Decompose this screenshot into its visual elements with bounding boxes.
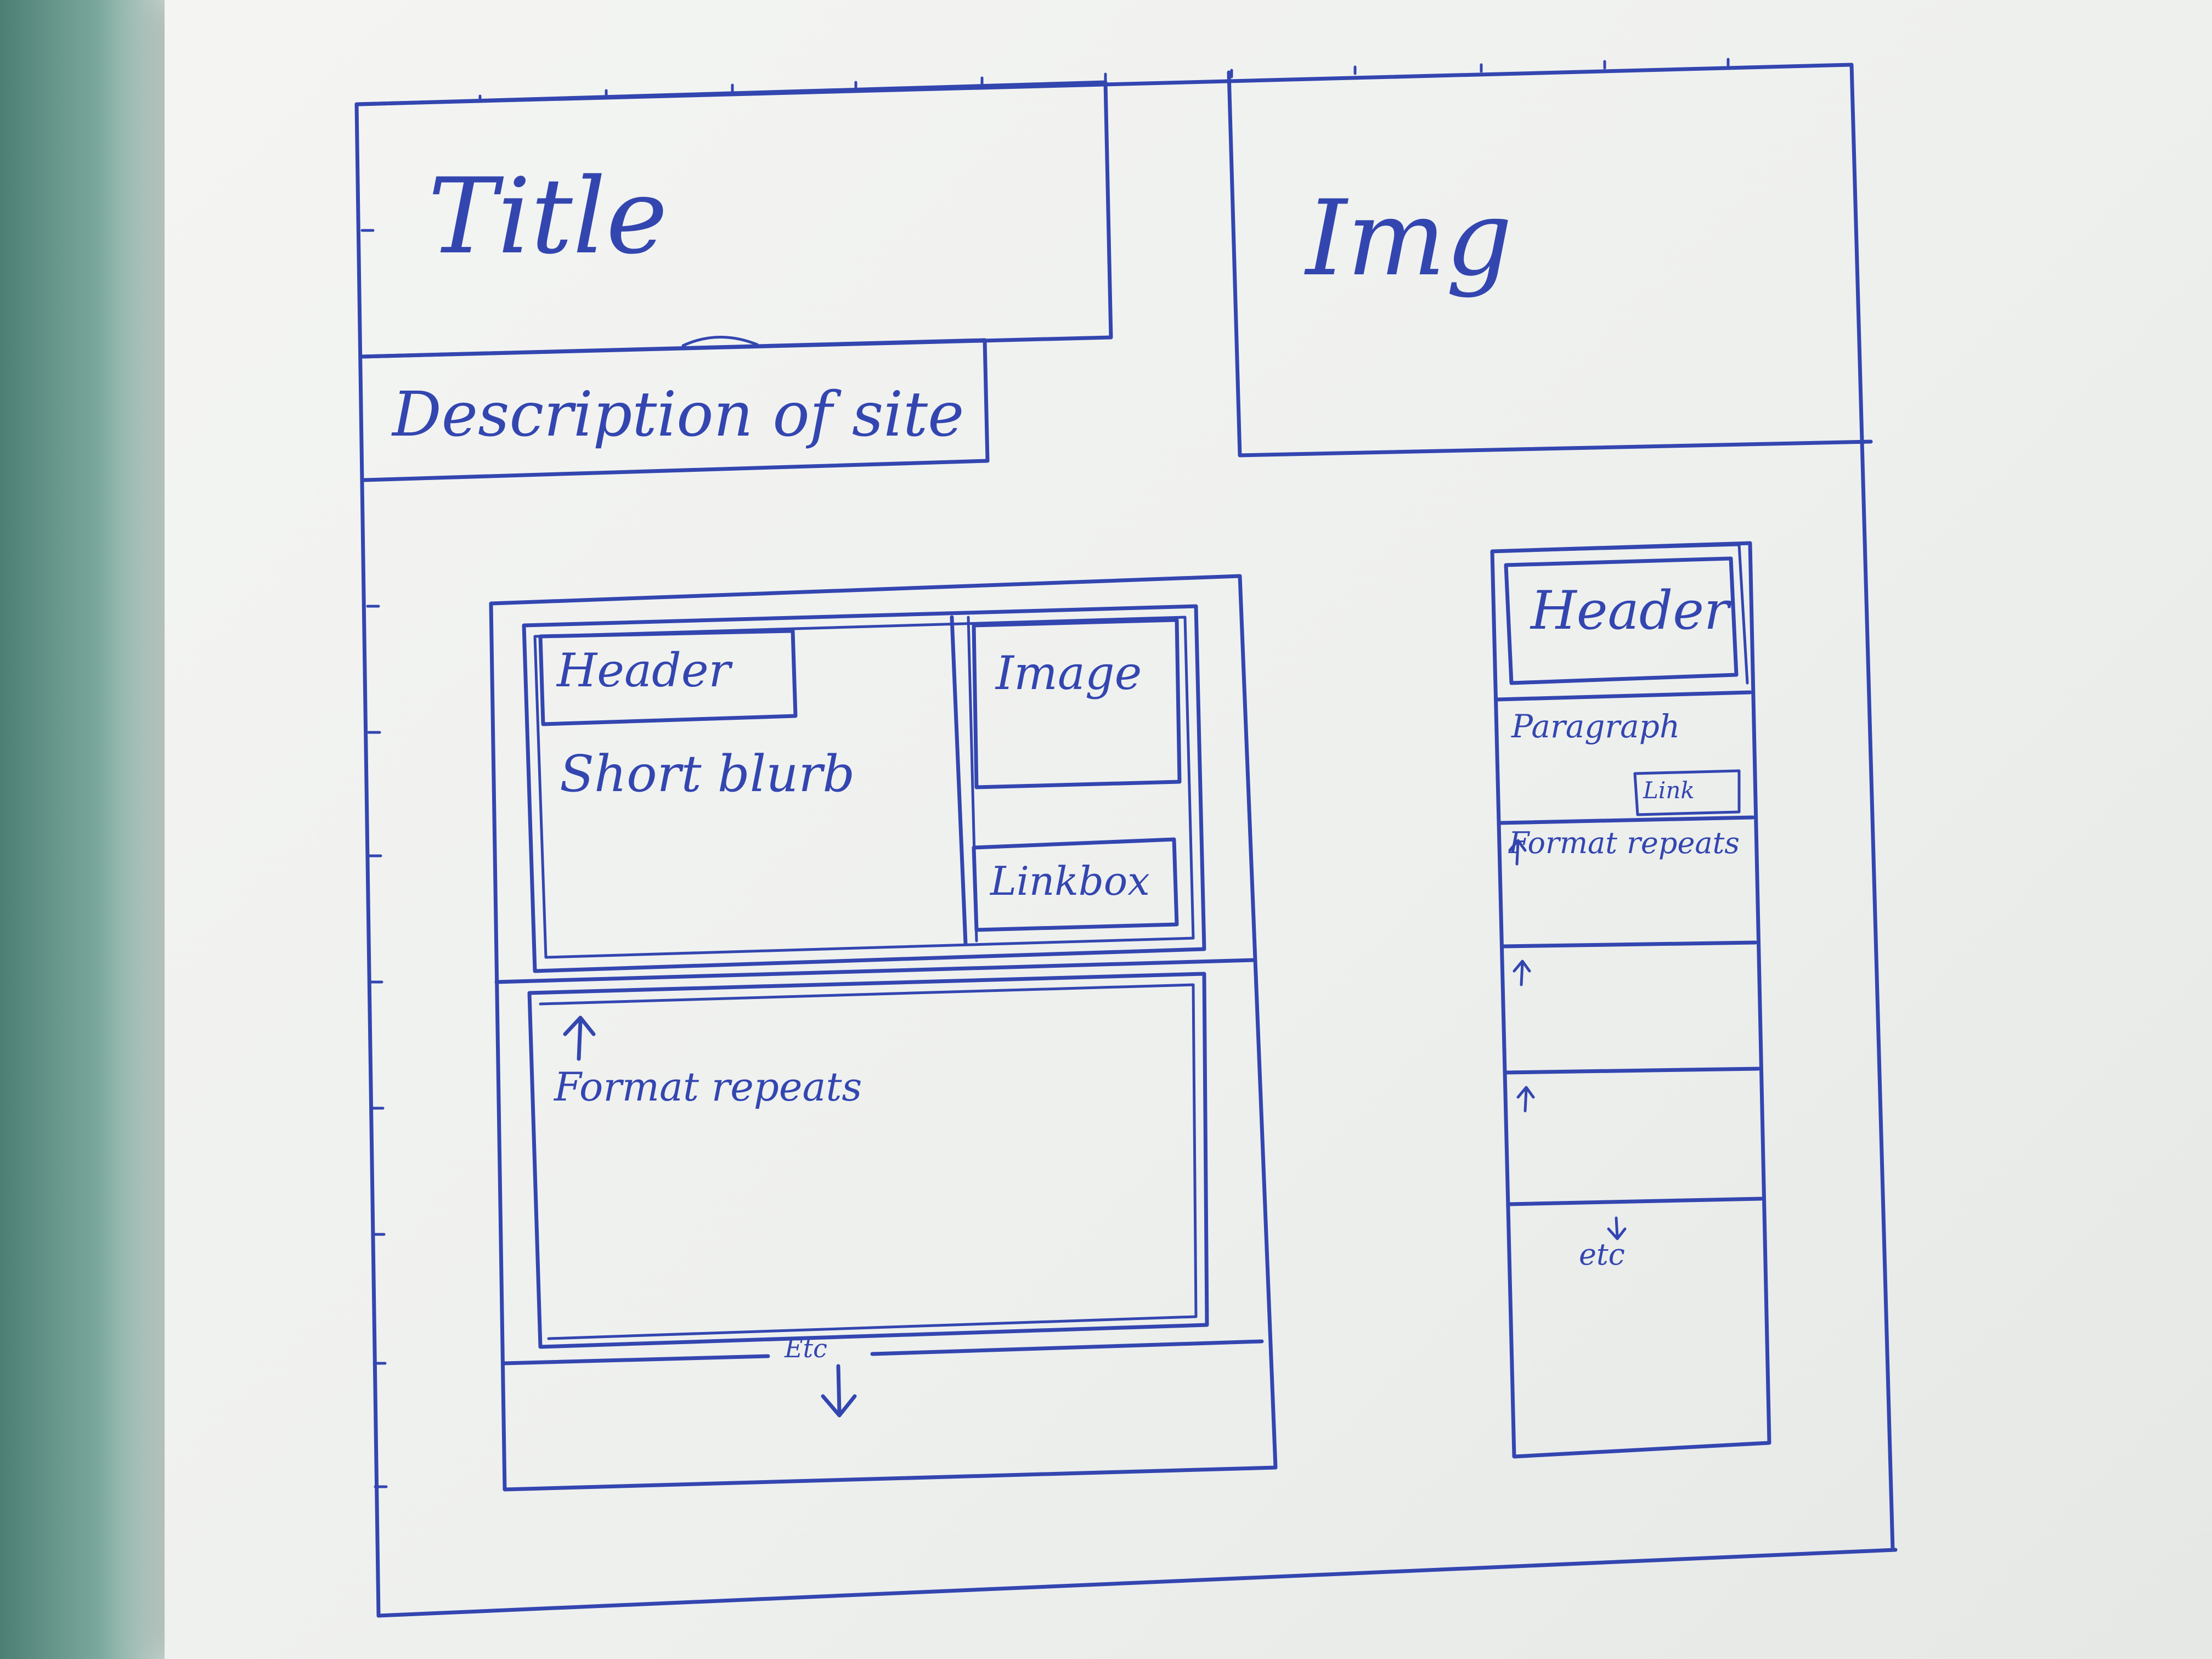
page-frame-right (1849, 63, 1895, 1552)
sidebar-divider-5 (1506, 1197, 1763, 1206)
description-label: Description of site (392, 379, 964, 450)
sidebar-arrow-down (1607, 1216, 1627, 1240)
left-bottom-divider-b (870, 1339, 1264, 1356)
page-frame-bottom (376, 1548, 1898, 1618)
right-etc-label: etc (1579, 1237, 1625, 1272)
content-card-divider (494, 958, 1256, 984)
sidebar-arrow-1 (1513, 960, 1531, 986)
left-format-repeats-label: Format repeats (554, 1064, 862, 1110)
card-image-box (972, 618, 1182, 789)
content-card-split (950, 615, 968, 946)
image-label: Image (996, 646, 1142, 700)
link-label: Link (1643, 777, 1695, 804)
sidebar-divider-4 (1504, 1066, 1760, 1075)
title-label: Title (428, 156, 668, 277)
sidebar-divider-1 (1496, 690, 1752, 702)
sidebar-divider-3 (1501, 940, 1758, 949)
wireframe-sketch (354, 58, 1898, 1618)
short-blurb-label: Short blurb (560, 744, 855, 803)
linkbox-label: Linkbox (990, 858, 1150, 904)
left-header-label: Header (557, 644, 731, 697)
right-header-label: Header (1531, 580, 1729, 641)
left-etc-label: Etc (785, 1334, 827, 1363)
description-bump (681, 336, 759, 347)
repeat-card-box (527, 972, 1209, 1349)
left-bottom-divider-a (503, 1354, 770, 1365)
sidebar-divider-2 (1498, 815, 1755, 825)
repeat-card-box-2 (539, 983, 1198, 1340)
left-down-arrow (821, 1364, 857, 1418)
sidebar-arrow-2 (1516, 1086, 1535, 1113)
img-label: Img (1306, 178, 1513, 299)
right-format-repeats-label: Format repeats (1509, 826, 1740, 860)
paragraph-label: Paragraph (1511, 708, 1680, 745)
left-up-arrow (563, 1015, 596, 1061)
page-frame-left (354, 102, 381, 1618)
